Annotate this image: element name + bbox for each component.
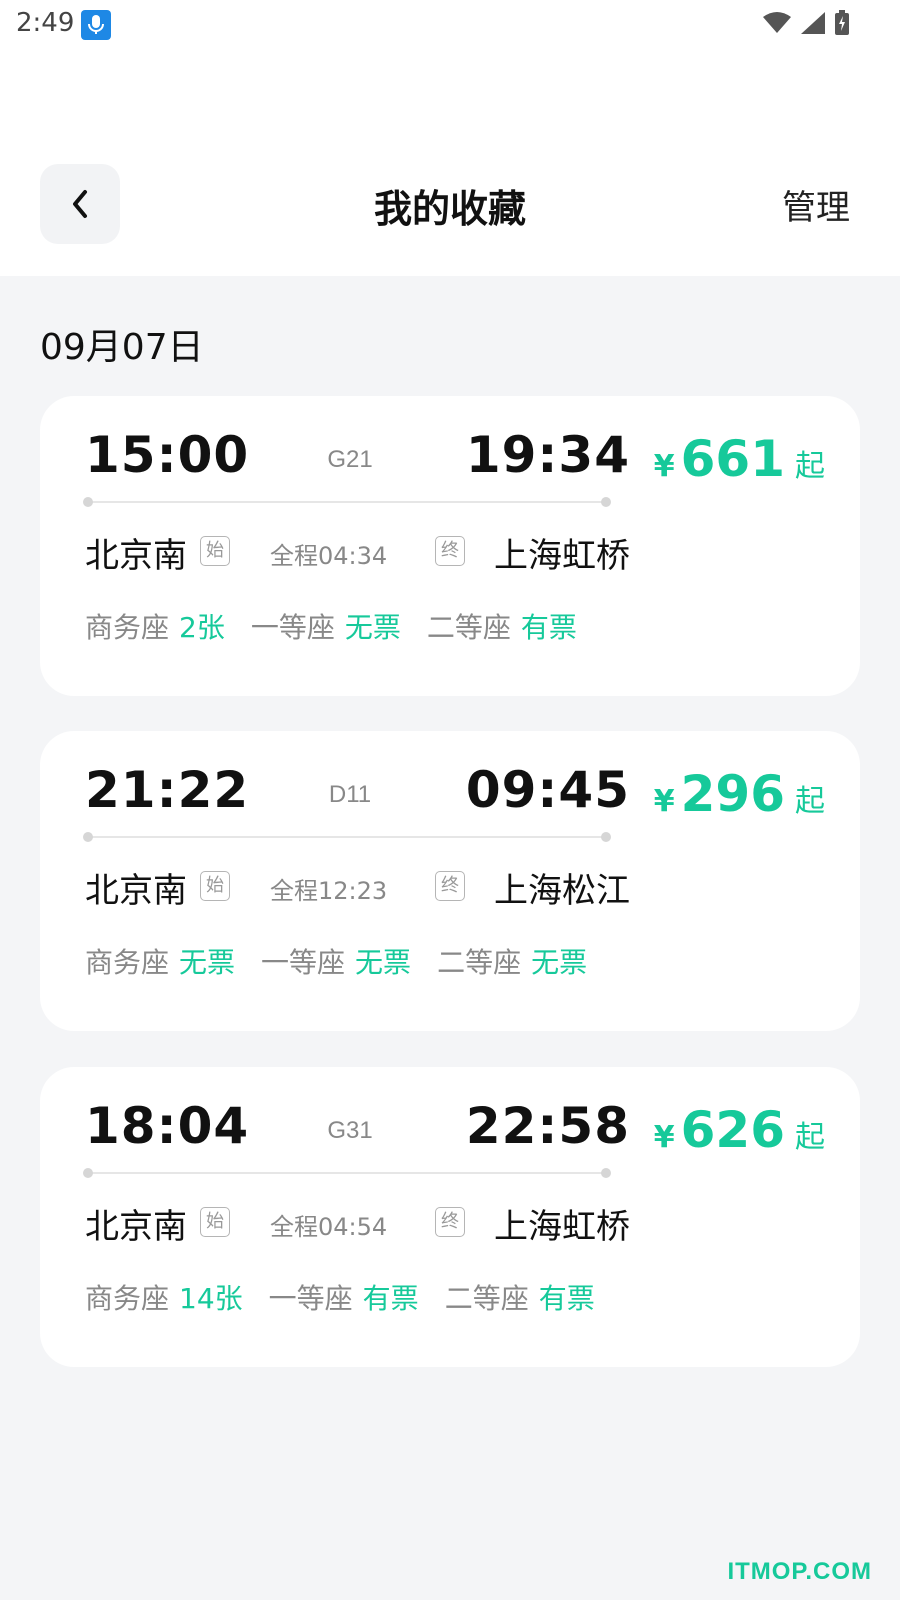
price-value: 626 (680, 1101, 785, 1159)
departure-station: 北京南 (85, 1207, 187, 1247)
header: 我的收藏 管理 (0, 50, 900, 276)
seat-item: 一等座 有票 (269, 1277, 419, 1317)
train-card[interactable]: 18:04 G31 22:58 北京南始全程04:54 终上海虹桥 商务座 14张 一等座 有票… (40, 1067, 860, 1367)
seat-status: 14张 (179, 1282, 243, 1315)
wifi-icon (763, 12, 791, 33)
train-card[interactable]: 15:00 G21 19:34 北京南始 全程04:34 终上海虹桥商务座 2张 一等座 无票二… (40, 396, 860, 696)
arrival-station: 上海虹桥 (494, 1207, 630, 1247)
seat-label: 一等座 (268, 1282, 353, 1315)
status-bar: 2:49 (0, 0, 900, 50)
end-tag: 终 (435, 871, 465, 901)
route-line (83, 832, 611, 842)
train-card[interactable]: 21:22 D11 09:45 北京南始全程12:23 终上海松江 商务座 无票 一等座 无票二… (40, 731, 860, 1031)
price: ¥626 起 (654, 1101, 825, 1159)
price: ¥661 起 (654, 430, 825, 488)
price: ¥296 起 (654, 765, 825, 823)
date-label: 09月07日 (40, 327, 204, 368)
arrival-time: 09:45 (465, 761, 630, 819)
seat-label: 商务座 (85, 611, 170, 644)
price-value: 296 (680, 765, 785, 823)
seat-item: 商务座 14张 (85, 1277, 243, 1317)
yen-symbol: ¥ (653, 1120, 675, 1155)
train-number: G21 (327, 446, 373, 473)
seat-item: 一等座 无票 (261, 941, 411, 981)
seat-item: 商务座 无票 (85, 941, 235, 981)
departure-time: 21:22 (85, 761, 250, 819)
seat-status: 无票 (531, 946, 588, 979)
battery-icon (835, 10, 849, 35)
seat-item: 一等座 无票 (251, 606, 401, 646)
train-number: G31 (327, 1117, 373, 1144)
seat-status: 2张 (179, 611, 225, 644)
seat-label: 二等座 (444, 1282, 529, 1315)
duration: 全程04:34 (270, 542, 388, 570)
seat-availability: 商务座 14张 一等座 有票 二等座 有票 (85, 1277, 595, 1317)
arrival-station: 上海松江 (494, 871, 630, 911)
seat-availability: 商务座 无票 一等座 无票 二等座 无票 (85, 941, 587, 981)
seat-item: 二等座 有票 (427, 606, 577, 646)
price-value: 661 (680, 430, 785, 488)
price-suffix: 起 (795, 784, 825, 819)
seat-status: 有票 (362, 1282, 419, 1315)
seat-item: 二等座 无票 (437, 941, 587, 981)
start-tag: 始 (200, 871, 230, 901)
departure-station: 北京南 (85, 536, 187, 576)
seat-item: 二等座 有票 (445, 1277, 595, 1317)
seat-label: 商务座 (85, 1282, 170, 1315)
seat-label: 一等座 (250, 611, 335, 644)
route-line (83, 1168, 611, 1178)
arrival-station: 上海虹桥 (494, 536, 630, 576)
departure-time: 15:00 (85, 426, 250, 484)
watermark: ITMOP.COM (727, 1558, 872, 1585)
train-number: D11 (328, 781, 372, 808)
departure-time: 18:04 (85, 1097, 250, 1155)
end-tag: 终 (435, 536, 465, 566)
price-suffix: 起 (795, 449, 825, 484)
status-time: 2:49 (16, 8, 75, 38)
start-tag: 始 (200, 536, 230, 566)
signal-icon (801, 12, 825, 34)
arrival-time: 19:34 (465, 426, 630, 484)
yen-symbol: ¥ (653, 449, 675, 484)
yen-symbol: ¥ (653, 784, 675, 819)
seat-label: 二等座 (426, 611, 511, 644)
seat-status: 无票 (355, 946, 412, 979)
seat-status: 有票 (520, 611, 577, 644)
seat-status: 无票 (179, 946, 236, 979)
seat-label: 二等座 (437, 946, 522, 979)
duration: 全程12:23 (270, 877, 388, 905)
seat-label: 商务座 (85, 946, 170, 979)
end-tag: 终 (435, 1207, 465, 1237)
system-icons (762, 10, 850, 36)
route-line (83, 497, 611, 507)
manage-button[interactable]: 管理 (782, 180, 850, 229)
duration: 全程04:54 (270, 1213, 388, 1241)
seat-availability: 商务座 2张 一等座 无票 二等座 有票 (85, 606, 577, 646)
microphone-icon (81, 10, 111, 40)
price-suffix: 起 (795, 1120, 825, 1155)
departure-station: 北京南 (85, 871, 187, 911)
page-title: 我的收藏 (373, 187, 526, 231)
start-tag: 始 (200, 1207, 230, 1237)
seat-label: 一等座 (261, 946, 346, 979)
seat-status: 无票 (344, 611, 401, 644)
arrival-time: 22:58 (465, 1097, 630, 1155)
seat-status: 有票 (538, 1282, 595, 1315)
seat-item: 商务座 2张 (85, 606, 225, 646)
